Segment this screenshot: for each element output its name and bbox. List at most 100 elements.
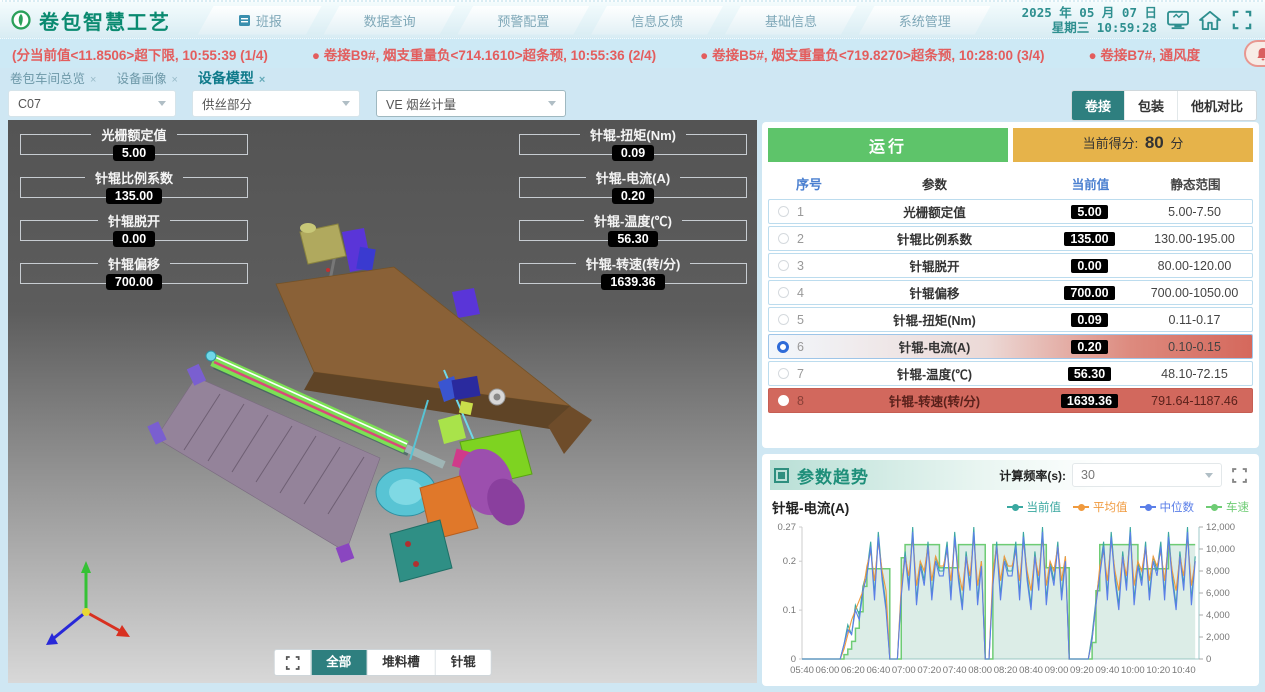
param-value: 700.00	[106, 274, 162, 290]
row-index: 5	[797, 313, 827, 327]
close-icon[interactable]: ×	[171, 74, 177, 86]
app-title: 卷包智慧工艺	[39, 6, 171, 35]
nav-tab-alert-config[interactable]: 预警配置	[457, 6, 589, 35]
col-header-range: 静态范围	[1138, 174, 1253, 193]
row-radio[interactable]	[778, 395, 789, 406]
unit-select[interactable]: VE 烟丝计量	[376, 90, 566, 117]
svg-text:10,000: 10,000	[1206, 544, 1235, 555]
row-parameter: 针辊比例系数	[827, 229, 1042, 248]
fullscreen-icon	[285, 656, 299, 670]
fullscreen-icon[interactable]	[1231, 10, 1253, 30]
chart-subtitle-row: 针辊-电流(A) 当前值 平均值 中位数 车速	[772, 497, 1249, 517]
row-parameter: 针辊脱开	[827, 256, 1042, 275]
chevron-down-icon	[1205, 473, 1213, 478]
nav-tab-system-admin[interactable]: 系统管理	[859, 6, 991, 35]
row-parameter: 针辊偏移	[827, 283, 1042, 302]
param-value: 5.00	[113, 145, 155, 161]
trend-chart[interactable]: 00.10.20.2702,0004,0006,0008,00010,00012…	[770, 519, 1251, 681]
chart-subtitle: 针辊-电流(A)	[772, 497, 849, 517]
chevron-down-icon	[342, 101, 350, 106]
nav-tab-feedback[interactable]: 信息反馈	[591, 6, 723, 35]
row-parameter: 针辊-电流(A)	[827, 337, 1042, 356]
row-radio[interactable]	[778, 287, 789, 298]
viewer-fullscreen-button[interactable]	[274, 656, 310, 670]
nav-label: 班报	[256, 11, 282, 30]
legend-speed[interactable]: 车速	[1206, 499, 1249, 515]
svg-text:0.1: 0.1	[783, 605, 796, 616]
header-right: 2025 年 05 月 07 日 星期三 10:59:28	[1022, 5, 1253, 35]
legend-current[interactable]: 当前值	[1007, 499, 1062, 515]
alert-ticker-bar: (分当前值<11.8506>超下限, 10:55:39 (1/4) ● 卷接B9…	[0, 38, 1265, 68]
svg-text:8,000: 8,000	[1206, 566, 1230, 577]
legend-label: 中位数	[1160, 499, 1195, 515]
right-panel: 运行 当前得分: 80 分 序号 参数 当前值 静态范围 1光栅额定值5.005…	[762, 122, 1259, 686]
nav-tab-base-info[interactable]: 基础信息	[725, 6, 857, 35]
svg-text:09:20: 09:20	[1070, 665, 1094, 676]
row-index: 7	[797, 367, 827, 381]
nav-label: 系统管理	[899, 11, 951, 30]
svg-text:10:40: 10:40	[1172, 665, 1196, 676]
table-header: 序号 参数 当前值 静态范围	[768, 169, 1253, 199]
legend-median[interactable]: 中位数	[1140, 499, 1195, 515]
legend-average[interactable]: 平均值	[1073, 499, 1128, 515]
row-radio-selected[interactable]	[777, 341, 789, 353]
viewer-filter-all[interactable]: 全部	[310, 650, 366, 675]
row-radio[interactable]	[778, 368, 789, 379]
nav-label: 预警配置	[497, 11, 549, 30]
table-row[interactable]: 3针辊脱开0.0080.00-120.00	[768, 253, 1253, 278]
section-select[interactable]: 供丝部分	[192, 90, 360, 117]
close-icon[interactable]: ×	[90, 74, 96, 86]
row-radio[interactable]	[778, 233, 789, 244]
model-viewport[interactable]: 光栅额定值 5.00 针辊比例系数 135.00 针辊脱开 0.00 针辊偏移 …	[8, 120, 757, 683]
breadcrumb: 卷包车间总览 × 设备画像 × 设备模型 ×	[10, 68, 265, 88]
table-row-selected[interactable]: 6针辊-电流(A)0.200.10-0.15	[768, 334, 1253, 359]
svg-text:05:40: 05:40	[790, 665, 814, 676]
param-box: 光栅额定值 5.00	[20, 125, 248, 155]
alert-records-button[interactable]: 预警记录	[1244, 40, 1265, 67]
param-box: 针辊-电流(A) 0.20	[519, 168, 747, 198]
machine-select[interactable]: C07	[8, 90, 176, 117]
table-row[interactable]: 1光栅额定值5.005.00-7.50	[768, 199, 1253, 224]
row-radio[interactable]	[778, 206, 789, 217]
tab-packing[interactable]: 包装	[1124, 91, 1177, 120]
row-range: 0.11-0.17	[1137, 313, 1252, 327]
table-row-alarm[interactable]: 8针辊-转速(转/分)1639.36791.64-1187.46	[768, 388, 1253, 413]
tab-rolling[interactable]: 卷接	[1072, 91, 1124, 120]
svg-text:10:00: 10:00	[1121, 665, 1145, 676]
nav-tab-shift-report[interactable]: 班报	[198, 6, 322, 35]
chart-fullscreen-icon[interactable]	[1232, 468, 1247, 483]
table-row[interactable]: 4针辊偏移700.00700.00-1050.00	[768, 280, 1253, 305]
svg-text:07:00: 07:00	[892, 665, 916, 676]
row-range: 130.00-195.00	[1137, 232, 1252, 246]
main-nav: 班报 数据查询 预警配置 信息反馈 基础信息 系统管理	[197, 6, 992, 35]
section-icon	[774, 468, 789, 483]
col-header-index: 序号	[796, 174, 826, 193]
row-current-value: 56.30	[1068, 367, 1111, 381]
breadcrumb-workshop-overview[interactable]: 卷包车间总览 ×	[10, 68, 96, 87]
axis-triad-icon	[46, 561, 130, 645]
legend-marker	[1206, 506, 1222, 508]
trend-title: 参数趋势	[797, 463, 869, 488]
col-header-current: 当前值	[1043, 174, 1138, 193]
monitor-icon[interactable]	[1167, 10, 1189, 30]
nav-label: 数据查询	[364, 11, 416, 30]
row-parameter: 针辊-温度(℃)	[827, 364, 1042, 383]
table-row[interactable]: 7针辊-温度(℃)56.3048.10-72.15	[768, 361, 1253, 386]
tab-machine-compare[interactable]: 他机对比	[1177, 91, 1256, 120]
svg-text:07:20: 07:20	[917, 665, 941, 676]
viewer-filter-pin-roller[interactable]: 针辊	[435, 650, 491, 675]
svg-text:08:00: 08:00	[968, 665, 992, 676]
row-radio[interactable]	[778, 260, 789, 271]
nav-tab-data-query[interactable]: 数据查询	[324, 6, 456, 35]
breadcrumb-device-profile[interactable]: 设备画像 ×	[116, 68, 177, 87]
chart-legend: 当前值 平均值 中位数 车速	[1007, 499, 1250, 515]
close-icon[interactable]: ×	[259, 74, 265, 86]
home-icon[interactable]	[1199, 10, 1221, 30]
table-row[interactable]: 5针辊-扭矩(Nm)0.090.11-0.17	[768, 307, 1253, 332]
viewer-filter-stacker[interactable]: 堆料槽	[366, 650, 435, 675]
alarm-bell-icon	[1256, 47, 1265, 61]
freq-select[interactable]: 30	[1072, 463, 1222, 487]
breadcrumb-device-model[interactable]: 设备模型 ×	[198, 68, 265, 88]
table-row[interactable]: 2针辊比例系数135.00130.00-195.00	[768, 226, 1253, 251]
row-radio[interactable]	[778, 314, 789, 325]
